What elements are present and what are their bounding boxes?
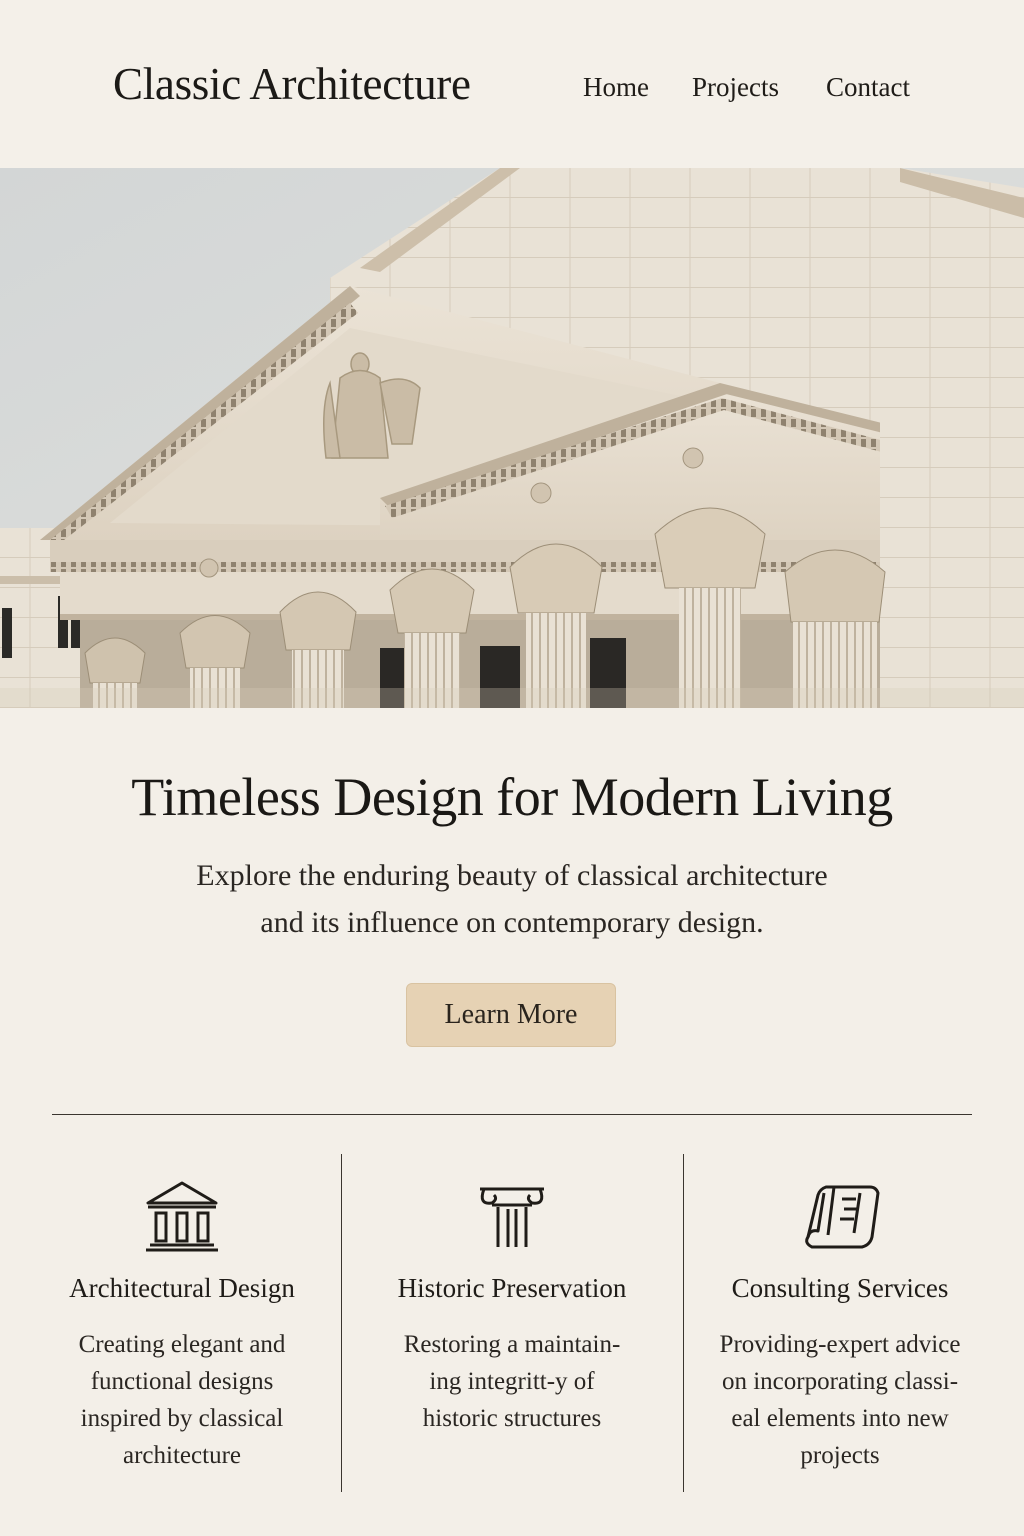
service-description: Restoring a maintain- ing integritt-y of… — [382, 1326, 642, 1437]
service-description: Providing-expert advice on incorporating… — [700, 1326, 980, 1474]
description-line: projects — [800, 1442, 880, 1469]
hero-headline: Timeless Design for Modern Living — [131, 767, 893, 827]
description-line: functional designs — [90, 1368, 274, 1395]
description-line: historic structures — [422, 1405, 602, 1432]
service-title: Consulting Services — [731, 1273, 949, 1303]
description-line: ing integritt-y of — [429, 1368, 595, 1395]
nav-home-link[interactable]: Home — [583, 72, 649, 103]
site-header: Classic Architecture Home Projects Conta… — [0, 0, 1024, 168]
service-architectural-design[interactable]: Architectural Design Creating elegant an… — [22, 1175, 342, 1474]
nav-projects-link[interactable]: Projects — [692, 72, 779, 103]
hero-subtext-line: and its influence on contemporary design… — [260, 906, 764, 939]
hero-subtext-line: Explore the enduring beauty of classical… — [196, 859, 828, 892]
learn-more-button[interactable]: Learn More — [406, 983, 616, 1047]
service-description: Creating elegant and functional designs … — [52, 1326, 312, 1474]
description-line: eal elements into new — [731, 1405, 949, 1432]
description-line: Providing-expert advice — [719, 1331, 961, 1358]
description-line: Restoring a maintain- — [403, 1331, 621, 1358]
service-historic-preservation[interactable]: Historic Preservation Restoring a mainta… — [352, 1175, 672, 1437]
hero-image — [0, 168, 1024, 708]
blueprint-icon — [680, 1175, 1000, 1255]
column-icon — [352, 1175, 672, 1255]
description-line: architecture — [123, 1442, 241, 1469]
service-title: Architectural Design — [69, 1273, 295, 1303]
description-line: Creating elegant and — [78, 1331, 286, 1358]
description-line: on incorporating classi- — [721, 1368, 959, 1395]
hero-subtext: Explore the enduring beauty of classical… — [162, 852, 862, 946]
temple-icon — [22, 1175, 342, 1255]
section-divider — [52, 1114, 972, 1115]
nav-contact-link[interactable]: Contact — [826, 72, 910, 103]
main-nav: Home Projects Contact — [0, 72, 1024, 106]
service-title: Historic Preservation — [397, 1273, 627, 1303]
description-line: inspired by classical — [80, 1405, 284, 1432]
service-consulting-services[interactable]: Consulting Services Providing-expert adv… — [680, 1175, 1000, 1474]
